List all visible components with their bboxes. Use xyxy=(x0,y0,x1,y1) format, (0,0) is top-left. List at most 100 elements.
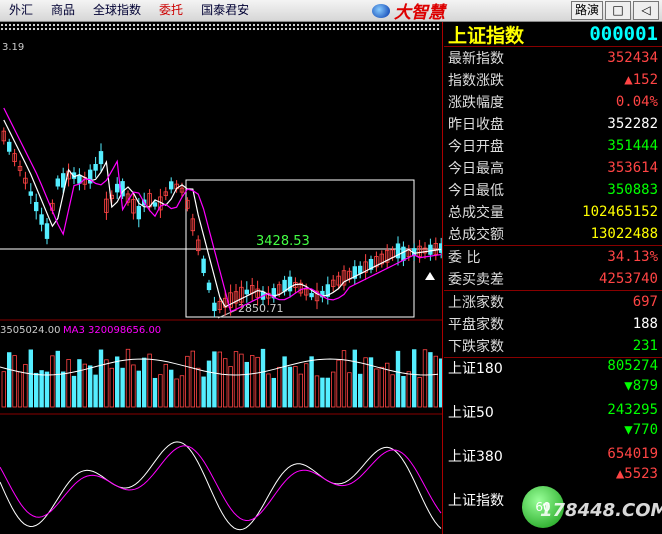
candle-body xyxy=(93,163,98,171)
index-item-change: ▼879 xyxy=(624,378,658,394)
quote-row-label: 今日最低 xyxy=(448,183,504,199)
quote-row: 涨跌幅度 0.04% xyxy=(444,91,662,113)
volume-bar xyxy=(195,367,201,408)
logo-text: 大智慧 xyxy=(394,3,445,23)
main-menu: 外汇 商品 全球指数 委托 国泰君安 xyxy=(0,0,258,21)
quote-row-value: 102465152 xyxy=(582,204,658,220)
candle-body xyxy=(39,214,44,225)
volume-bar xyxy=(147,353,152,408)
index-item-name: 上证50 xyxy=(448,405,494,421)
index-item[interactable]: 上证50 243295 ▼770 xyxy=(444,402,662,446)
quote-row: 总成交量 102465152 xyxy=(444,201,662,223)
volume-bar xyxy=(152,377,158,408)
quote-row-label: 涨跌幅度 xyxy=(448,95,504,111)
candle-body xyxy=(206,282,212,291)
menu-item-global-index[interactable]: 全球指数 xyxy=(84,0,150,21)
menu-item-guotai[interactable]: 国泰君安 xyxy=(192,0,258,21)
volume-bar xyxy=(379,366,384,408)
quote-row-value: 351444 xyxy=(607,138,658,154)
volume-bar xyxy=(98,349,104,408)
volume-bar xyxy=(190,350,195,408)
volume-bar xyxy=(39,370,44,408)
reference-value: 3428.53 xyxy=(256,234,310,249)
quote-row-label: 下跌家数 xyxy=(448,339,504,355)
quote-row-label: 今日最高 xyxy=(448,161,504,177)
candle-body xyxy=(61,173,66,188)
quote-row-label: 今日开盘 xyxy=(448,139,504,155)
quote-row: 最新指数 352434 xyxy=(444,47,662,69)
volume-bar xyxy=(271,377,276,408)
index-name: 上证指数 xyxy=(448,24,525,47)
volume-bar xyxy=(82,363,87,408)
volume-bar xyxy=(287,366,293,408)
volume-bar xyxy=(222,358,228,408)
volume-bar xyxy=(61,371,66,408)
window-button[interactable]: □ xyxy=(605,1,631,20)
kline-chart[interactable]: 3.19 3428.53 2850.71 3505024.00 MA3 3200… xyxy=(0,22,442,534)
volume-bar xyxy=(212,351,217,408)
candle-body xyxy=(428,244,433,255)
index-item-value: 805274 xyxy=(607,358,658,374)
candle-body xyxy=(282,279,287,292)
volume-bar xyxy=(17,371,23,408)
volume-bar xyxy=(282,356,287,408)
quote-rows: 最新指数 352434 指数涨跌 ▲152 涨跌幅度 0.04% 昨日收盘 352282 今日开… xyxy=(444,47,662,357)
ma3-label: MA3 320098656.00 xyxy=(63,325,161,336)
index-item[interactable]: 上证380 654019 ▲5523 xyxy=(444,446,662,490)
kdj-line-k xyxy=(0,441,442,531)
candle-body xyxy=(55,178,60,187)
volume-bar xyxy=(411,349,417,408)
menu-item-entrust[interactable]: 委托 xyxy=(150,0,192,21)
quote-row-label: 委 比 xyxy=(448,250,481,266)
volume-bar xyxy=(104,359,109,408)
volume-bar xyxy=(374,368,379,408)
back-button[interactable]: ◁ xyxy=(633,1,659,20)
quote-row: 今日开盘 351444 xyxy=(444,135,662,157)
volume-bar xyxy=(66,359,71,408)
quote-row: 今日最低 350883 xyxy=(444,179,662,201)
volume-bar xyxy=(120,367,125,408)
quote-row-label: 最新指数 xyxy=(448,51,504,67)
volume-bar xyxy=(357,373,363,408)
quote-row-value: 350883 xyxy=(607,182,658,198)
volume-bar xyxy=(395,350,401,408)
volume-bar xyxy=(293,366,298,408)
volume-bar xyxy=(136,370,141,408)
menu-item-commodity[interactable]: 商品 xyxy=(42,0,84,21)
volume-bar xyxy=(341,350,347,408)
quote-row-value: ▲152 xyxy=(624,72,658,88)
volume-bar xyxy=(44,371,50,408)
quote-row: 今日最高 353614 xyxy=(444,157,662,179)
quote-row: 平盘家数 188 xyxy=(444,313,662,335)
candle-body xyxy=(309,293,314,298)
volume-bar xyxy=(34,372,39,408)
volume-bar xyxy=(363,357,368,408)
volume-bar xyxy=(336,359,341,408)
volume-bar xyxy=(174,378,179,408)
candle-body xyxy=(357,265,363,274)
quote-row-label: 总成交额 xyxy=(448,227,504,243)
volume-bar xyxy=(7,352,12,408)
index-item[interactable]: 上证180 805274 ▼879 xyxy=(444,358,662,402)
volume-bar xyxy=(422,349,428,408)
quote-row: 委买卖差 4253740 xyxy=(444,268,662,290)
volume-bar xyxy=(249,355,255,408)
volume-bar xyxy=(298,373,303,408)
volume-bar xyxy=(320,377,325,408)
volume-bar xyxy=(50,355,55,408)
candlesticks xyxy=(1,127,442,317)
volume-bar xyxy=(12,355,17,408)
quote-row: 昨日收盘 352282 xyxy=(444,113,662,135)
roadshow-button[interactable]: 路演 xyxy=(571,1,603,20)
candle-body xyxy=(28,191,33,196)
volume-bar xyxy=(88,365,93,408)
menu-item-forex[interactable]: 外汇 xyxy=(0,0,42,21)
quote-row: 上涨家数 697 xyxy=(444,290,662,313)
ma-line-magenta xyxy=(3,107,442,313)
volume-bar xyxy=(390,374,395,408)
quote-row-value: 353614 xyxy=(607,160,658,176)
low-price-label: 2850.71 xyxy=(238,302,284,315)
quote-row-value: 697 xyxy=(632,294,658,310)
yaxis-top-label: 3.19 xyxy=(2,42,24,53)
volume-bar xyxy=(1,371,6,408)
